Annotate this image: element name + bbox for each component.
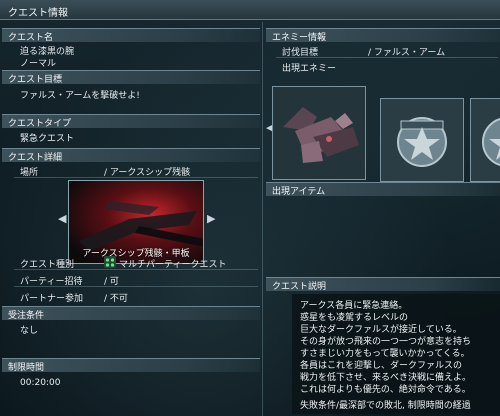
quest-type-header: クエストタイプ <box>2 114 260 129</box>
description-line: これは何よりも優先の、絶対命令である。 <box>300 385 471 395</box>
failure-condition: 失敗条件/最深部での敗北, 制限時間の経過 <box>300 401 471 411</box>
conditions-header: 受注条件 <box>2 306 260 321</box>
quest-detail-header: クエスト詳細 <box>2 148 260 163</box>
divider <box>276 57 498 58</box>
star-emblem-icon <box>471 99 500 181</box>
appear-enemy-label: 出現エネミー <box>282 64 337 74</box>
prev-area-arrow-icon[interactable]: ◀ <box>58 212 66 225</box>
items-header: 出現アイテム <box>266 182 500 197</box>
time-limit-header: 制限時間 <box>2 358 260 373</box>
quest-objective-header: クエスト目標 <box>2 70 260 85</box>
quest-name-header: クエスト名 <box>2 28 260 43</box>
quest-objective-text: ファルス・アームを撃破せよ! <box>20 91 140 101</box>
enemy-card-falz-arm[interactable] <box>272 86 366 180</box>
enemy-card-unknown[interactable] <box>470 98 500 182</box>
star-emblem-icon <box>381 99 463 181</box>
enemy-card-unknown[interactable] <box>380 98 464 182</box>
description-box: アークス各員に緊急連絡。 惑星をも凌駕するレベルの 巨大なダークファルスが接近し… <box>292 294 500 414</box>
quest-type-text: 緊急クエスト <box>20 134 75 144</box>
time-limit-text: 00:20:00 <box>20 378 61 388</box>
enemy-info-header: エネミー情報 <box>266 28 500 43</box>
divider <box>14 269 258 270</box>
multi-party-icon <box>104 256 116 268</box>
quest-difficulty: ノーマル <box>20 59 57 69</box>
falz-arm-icon <box>273 87 365 179</box>
partner-join-label: パートナー参加 <box>20 294 84 304</box>
conditions-text: なし <box>20 326 39 336</box>
window-titlebar: クエスト情報 <box>0 0 500 20</box>
window-title: クエスト情報 <box>8 8 68 19</box>
description-header: クエスト説明 <box>266 277 500 292</box>
next-area-arrow-icon[interactable]: ▶ <box>207 212 215 225</box>
divider <box>14 177 258 178</box>
panel-divider <box>262 22 263 416</box>
partner-join-value: / 不可 <box>104 294 128 304</box>
divider <box>14 286 258 287</box>
area-thumbnail[interactable]: アークスシップ残骸・甲板 <box>68 180 204 264</box>
